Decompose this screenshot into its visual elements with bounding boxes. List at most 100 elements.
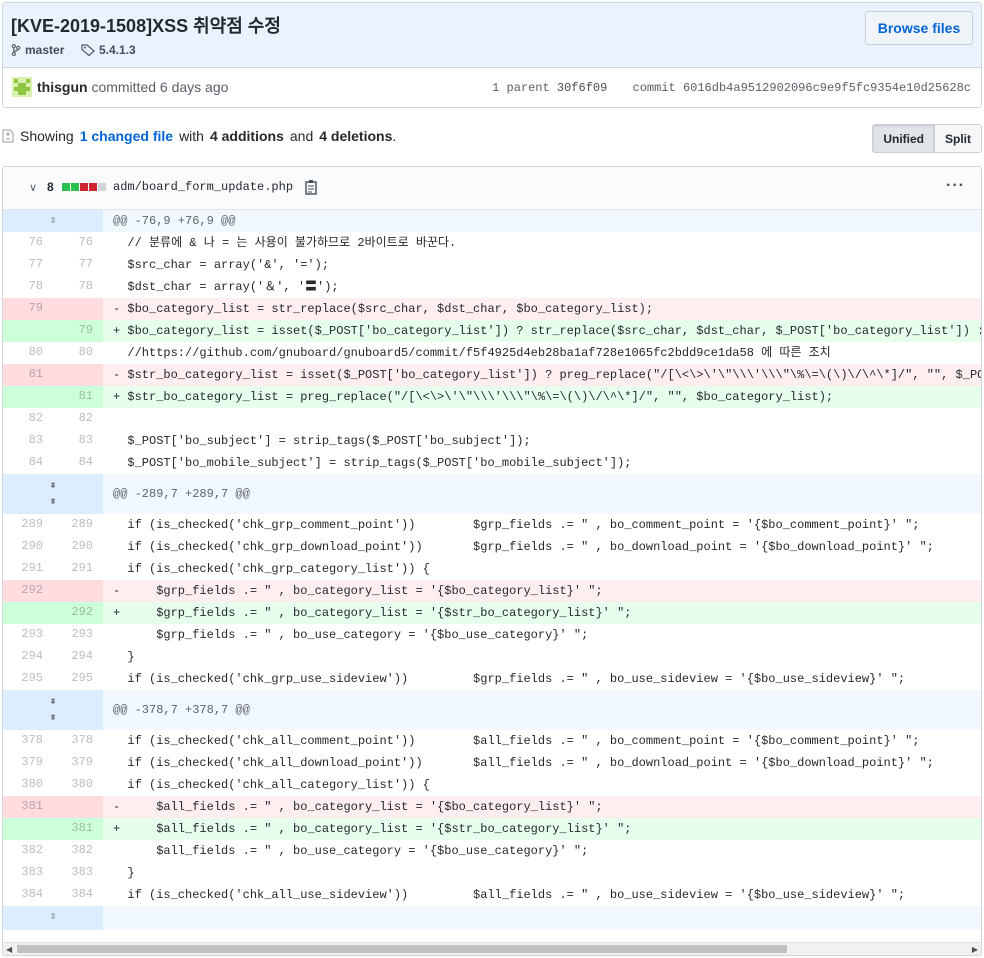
commit-label: commit [632,81,676,95]
tag-label[interactable]: 5.4.1.3 [81,43,136,57]
old-line-number[interactable]: 383 [3,862,53,884]
diffstat-block [98,183,106,191]
branch-icon [11,44,21,56]
context-line: 78 78 $dst_char = array('＆', '〓'); [3,276,981,298]
context-line: 380 380 if (is_checked('chk_all_category_… [3,774,981,796]
new-line-number[interactable]: 383 [53,862,103,884]
diffstat-block [80,183,88,191]
new-line-number[interactable]: 384 [53,884,103,906]
code-line: + $all_fields .= " , bo_category_list = … [103,818,981,840]
horizontal-scrollbar[interactable]: ◀ ▶ [3,942,981,955]
new-line-number[interactable] [53,796,103,818]
old-line-number[interactable]: 84 [3,452,53,474]
new-line-number[interactable]: 77 [53,254,103,276]
old-line-number[interactable]: 79 [3,298,53,320]
old-line-number[interactable]: 382 [3,840,53,862]
old-line-number[interactable]: 80 [3,342,53,364]
old-line-number[interactable]: 77 [3,254,53,276]
code-line: - $str_bo_category_list = isset($_POST['… [103,364,981,386]
old-line-number[interactable]: 379 [3,752,53,774]
new-line-number[interactable]: 381 [53,818,103,840]
old-line-number[interactable]: 378 [3,730,53,752]
split-button[interactable]: Split [935,125,981,152]
new-line-number[interactable]: 379 [53,752,103,774]
scrollbar-thumb[interactable] [17,945,787,953]
old-line-number[interactable]: 290 [3,536,53,558]
new-line-number[interactable]: 84 [53,452,103,474]
new-line-number[interactable]: 380 [53,774,103,796]
old-line-number[interactable]: 83 [3,430,53,452]
browse-files-button[interactable]: Browse files [865,11,973,45]
parent-sha-link[interactable]: 30f6f09 [557,81,607,95]
expand-icon[interactable]: ⇳ [3,210,103,232]
context-line: 82 82 [3,408,981,430]
expand-icon[interactable]: ⇞ ⇟ [3,474,103,514]
new-line-number[interactable] [53,580,103,602]
collapse-chevron-icon[interactable]: ∨ [29,181,37,194]
new-line-number[interactable]: 378 [53,730,103,752]
new-line-number[interactable]: 289 [53,514,103,536]
code-line: $all_fields .= " , bo_use_category = '{$… [113,844,589,858]
new-line-number[interactable]: 382 [53,840,103,862]
old-line-number[interactable]: 81 [3,364,53,386]
old-line-number[interactable]: 294 [3,646,53,668]
new-line-number[interactable]: 293 [53,624,103,646]
code-line: if (is_checked('chk_all_use_sideview')) … [113,888,906,902]
copy-path-icon[interactable] [305,179,319,195]
new-line-number[interactable]: 290 [53,536,103,558]
hunk-range: @@ -378,7 +378,7 @@ [103,690,981,730]
hunk-range: @@ -289,7 +289,7 @@ [103,474,981,514]
code-line: + $grp_fields .= " , bo_category_list = … [103,602,981,624]
new-line-number[interactable]: 76 [53,232,103,254]
old-line-number[interactable] [3,386,53,408]
old-line-number[interactable] [3,602,53,624]
branch-label[interactable]: master [11,43,64,57]
new-line-number[interactable]: 82 [53,408,103,430]
file-actions-icon[interactable]: ··· [946,177,965,195]
new-line-number[interactable]: 291 [53,558,103,580]
old-line-number[interactable]: 82 [3,408,53,430]
scroll-right-icon[interactable]: ▶ [972,945,978,954]
new-line-number[interactable]: 294 [53,646,103,668]
code-line: $_POST['bo_mobile_subject'] = strip_tags… [113,456,632,470]
old-line-number[interactable]: 380 [3,774,53,796]
hunk-header: ⇳ @@ -76,9 +76,9 @@ [3,210,981,232]
commit-author-line: thisgun committed 6 days ago [37,79,228,95]
summary-period: . [392,128,397,144]
old-line-number[interactable]: 289 [3,514,53,536]
new-line-number[interactable]: 83 [53,430,103,452]
old-line-number[interactable] [3,818,53,840]
new-line-number[interactable]: 295 [53,668,103,690]
old-line-number[interactable]: 384 [3,884,53,906]
scroll-left-icon[interactable]: ◀ [6,945,12,954]
old-line-number[interactable]: 76 [3,232,53,254]
context-line: 383 383 } [3,862,981,884]
author-name[interactable]: thisgun [37,79,88,95]
code-line: + $bo_category_list = isset($_POST['bo_c… [103,320,981,342]
old-line-number[interactable]: 381 [3,796,53,818]
new-line-number[interactable]: 79 [53,320,103,342]
code-line: $grp_fields .= " , bo_use_category = '{$… [113,628,589,642]
changed-files-link[interactable]: 1 changed file [80,128,173,144]
old-line-number[interactable] [3,320,53,342]
avatar[interactable] [12,77,32,97]
new-line-number[interactable] [53,364,103,386]
context-line: 84 84 $_POST['bo_mobile_subject'] = strip… [3,452,981,474]
old-line-number[interactable]: 291 [3,558,53,580]
new-line-number[interactable]: 81 [53,386,103,408]
old-line-number[interactable]: 295 [3,668,53,690]
old-line-number[interactable]: 293 [3,624,53,646]
expand-icon[interactable]: ⇞ ⇟ [3,690,103,730]
expand-icon[interactable]: ⇳ [3,906,103,930]
new-line-number[interactable] [53,298,103,320]
unified-button[interactable]: Unified [873,125,935,152]
commit-header: [KVE-2019-1508]XSS 취약점 수정 master 5.4.1.3… [2,2,982,108]
code-line: - $bo_category_list = str_replace($src_c… [103,298,981,320]
new-line-number[interactable]: 80 [53,342,103,364]
branch-name: master [25,43,65,57]
old-line-number[interactable]: 292 [3,580,53,602]
new-line-number[interactable]: 78 [53,276,103,298]
old-line-number[interactable]: 78 [3,276,53,298]
new-line-number[interactable]: 292 [53,602,103,624]
file-name[interactable]: adm/board_form_update.php [113,180,293,194]
